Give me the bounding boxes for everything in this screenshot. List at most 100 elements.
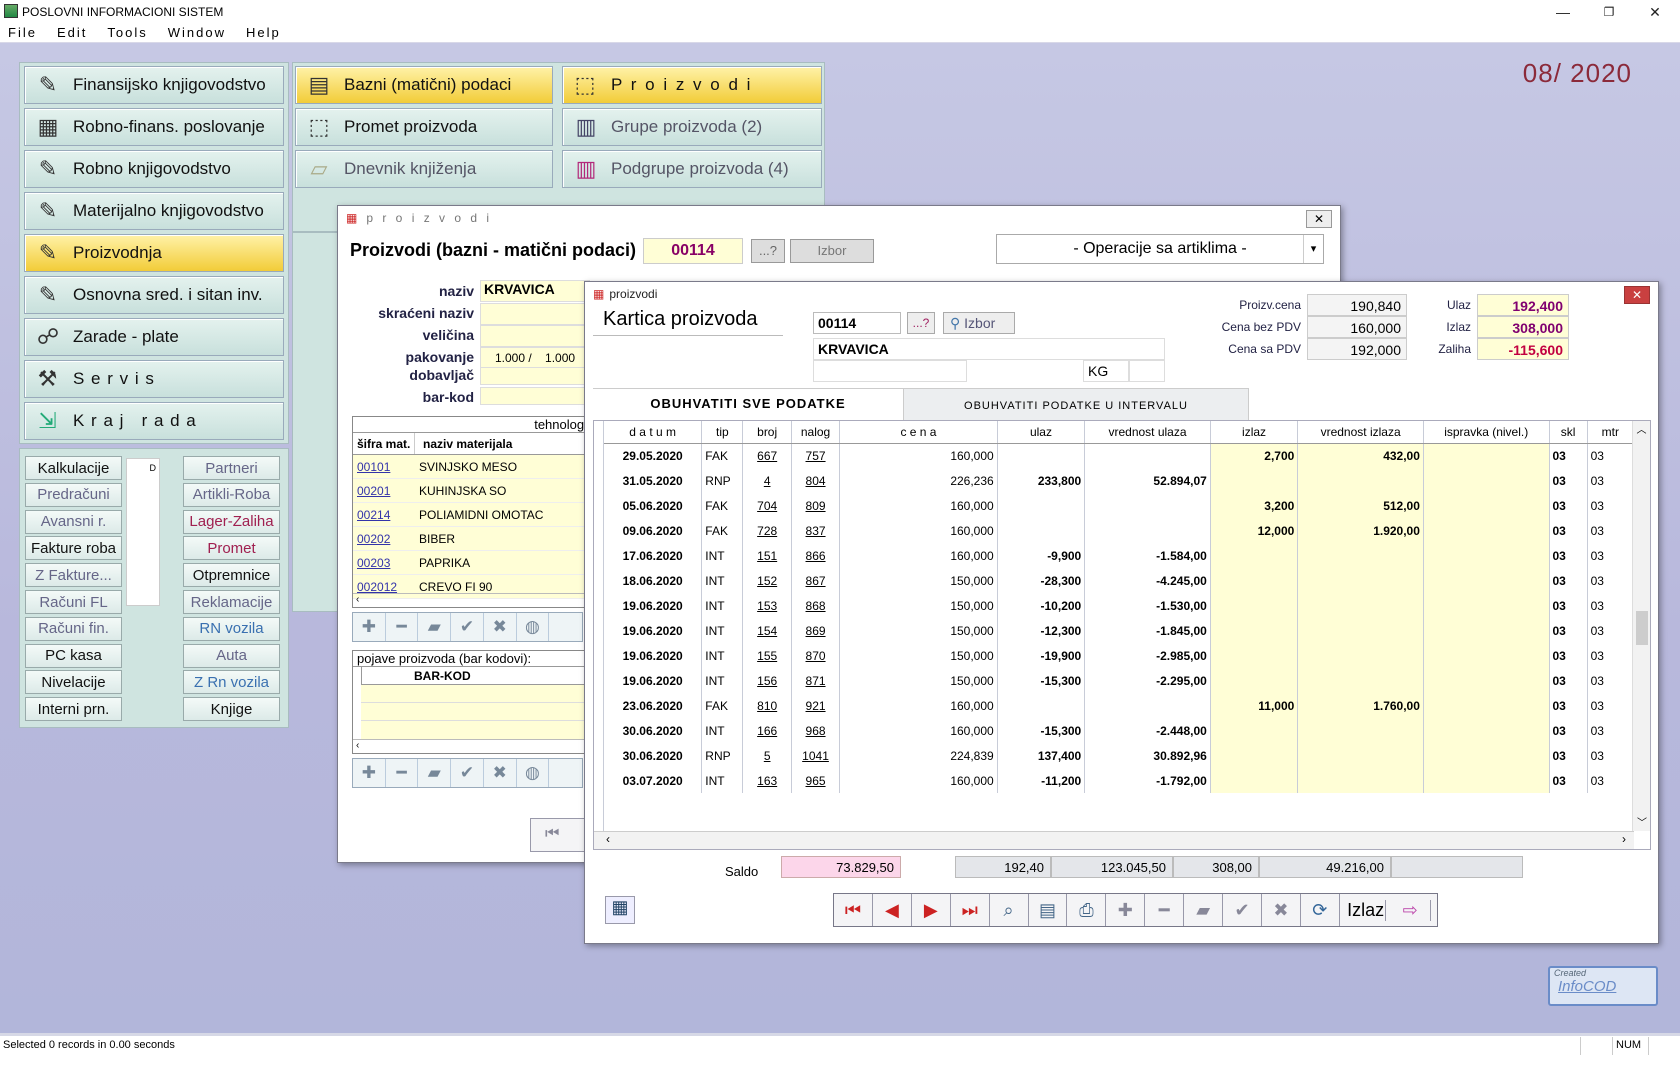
column-header[interactable]: skl [1549,421,1588,444]
shortcut-left-4[interactable]: Z Fakture... [25,563,122,588]
edit-icon[interactable]: ▰ [418,759,452,787]
shortcut-left-5[interactable]: Računi FL [25,590,122,614]
menu-servis[interactable]: ⚒ S e r v i s [24,360,284,398]
material-code[interactable]: 00101 [353,455,415,478]
table-row[interactable]: 00101 SVINJSKO MESO [353,455,591,479]
first-record-icon[interactable]: ⏮ [530,818,590,852]
table-row[interactable]: 30.06.2020 RNP 5 1041 224,839 137,400 30.892,9… [604,743,1635,768]
menu-proizvodnja[interactable]: ✎ Proizvodnja [24,234,284,272]
shortcut-right-1[interactable]: Artikli-Roba [183,482,280,507]
grid-cell[interactable]: 156 [742,668,792,693]
menu-bazni-podaci[interactable]: ▤ Bazni (matični) podaci [295,66,553,104]
table-row[interactable]: 00202 BIBER [353,527,591,551]
shortcut-left-1[interactable]: Predračuni [25,482,122,507]
edit-icon[interactable]: ▰ [1184,894,1224,926]
grid-cell[interactable]: 809 [791,493,841,518]
table-row[interactable] [361,703,591,721]
grid-cell[interactable]: 155 [742,643,792,668]
column-header[interactable]: c e n a [839,421,998,444]
dobavljac-field[interactable] [480,367,590,385]
menu-promet-proizvoda[interactable]: ⬚ Promet proizvoda [295,108,553,146]
table-row[interactable]: 18.06.2020 INT 152 867 150,000 -28,300 -4.245,… [604,568,1635,593]
grid-cell[interactable]: 5 [742,743,792,768]
column-header[interactable]: d a t u m [604,421,703,444]
table-row[interactable] [361,721,591,739]
shortcut-right-4[interactable]: Otpremnice [183,563,280,588]
table-row[interactable]: 30.06.2020 INT 166 968 160,000 -15,300 -2.448,… [604,718,1635,743]
exit-button[interactable]: Izlaz ⇨ [1340,894,1437,926]
refresh-icon[interactable]: ◍ [517,613,550,641]
grid-cell[interactable]: 151 [742,543,792,568]
win1-code-field[interactable]: 00114 [643,238,743,264]
grid-cell[interactable]: 968 [791,718,841,743]
win1-close-button[interactable]: ✕ [1306,210,1332,228]
material-code[interactable]: 00201 [353,479,415,502]
restore-icon[interactable]: ❐ [1586,0,1632,24]
grid-cell[interactable]: 866 [791,543,841,568]
menu-proizvodi[interactable]: ⬚ P r o i z v o d i [562,66,822,104]
menu-podgrupe-proizvoda[interactable]: ▥ Podgrupe proizvoda (4) [562,150,822,188]
last-record-icon[interactable]: ⏭ [951,894,990,926]
shortcut-left-3[interactable]: Fakture roba [25,536,122,561]
win2-code-field[interactable]: 00114 [813,312,901,334]
pakovanje-field[interactable]: 1.000 / 1.000 [480,347,590,369]
shortcut-right-2[interactable]: Lager-Zaliha [183,509,280,534]
column-header[interactable]: broj [742,421,792,444]
menu-edit[interactable]: Edit [57,24,87,42]
shortcut-left-0[interactable]: Kalkulacije [25,456,122,480]
table-row[interactable]: 00214 POLIAMIDNI OMOTAC [353,503,591,527]
grid-vscroll[interactable]: ︿ ﹀ [1632,421,1650,831]
table-row[interactable]: 05.06.2020 FAK 704 809 160,000 3,200 512,00 03 0… [604,493,1635,518]
table-row[interactable]: 19.06.2020 INT 155 870 150,000 -19,900 -2.985,… [604,643,1635,668]
confirm-icon[interactable]: ✔ [451,613,484,641]
win1-query-button[interactable]: ...? [751,239,785,263]
column-header[interactable]: ulaz [997,421,1086,444]
cancel-icon[interactable]: ✖ [484,613,517,641]
grid-vscroll-thumb[interactable] [1636,611,1648,645]
menu-robno-finans[interactable]: ▦ Robno-finans. poslovanje [24,108,284,146]
grid-cell[interactable]: 166 [742,718,792,743]
shortcut-left-6[interactable]: Računi fin. [25,616,122,641]
win2-izbor-button[interactable]: ⚲ Izbor [943,312,1015,334]
table-row[interactable] [361,685,591,703]
shortcut-right-0[interactable]: Partneri [183,456,280,480]
skraceni-naziv-field[interactable] [480,303,590,325]
table-row[interactable]: 19.06.2020 INT 153 868 150,000 -10,200 -1.530,… [604,593,1635,618]
shortcut-right-7[interactable]: Auta [183,643,280,668]
column-header[interactable]: nalog [791,421,841,444]
table-row[interactable]: 23.06.2020 FAK 810 921 160,000 11,000 1.760,00… [604,693,1635,718]
grid-cell[interactable]: 965 [791,768,841,793]
grid-cell[interactable]: 804 [791,468,841,493]
table-row[interactable]: 19.06.2020 INT 154 869 150,000 -12,300 -1.845,… [604,618,1635,643]
grid-hscroll[interactable]: ‹ › [594,831,1634,849]
grid-cell[interactable]: 870 [791,643,841,668]
shortcut-right-9[interactable]: Knjige [183,697,280,722]
column-header[interactable]: izlaz [1210,421,1299,444]
add-icon[interactable]: ✚ [353,759,386,787]
table-row[interactable]: 03.07.2020 INT 163 965 160,000 -11,200 -1.792,… [604,768,1635,793]
menu-dnevnik[interactable]: ▱ Dnevnik knjiženja [295,150,553,188]
preview-icon[interactable]: ⌕ [990,894,1029,926]
shortcut-right-3[interactable]: Promet [183,536,280,561]
grid-cell[interactable]: 704 [742,493,792,518]
add-icon[interactable]: ✚ [1106,894,1146,926]
table-row[interactable]: 09.06.2020 FAK 728 837 160,000 12,000 1.920,00… [604,518,1635,543]
edit-icon[interactable]: ▰ [418,613,452,641]
menu-window[interactable]: Window [168,24,226,42]
remove-icon[interactable]: ━ [386,613,419,641]
materials-hscroll[interactable]: ‹ [353,593,591,607]
grid-cell[interactable]: 4 [742,468,792,493]
material-code[interactable]: 00202 [353,527,415,550]
menu-osnovna[interactable]: ✎ Osnovna sred. i sitan inv. [24,276,284,314]
menu-zarade[interactable]: ☍ Zarade - plate [24,318,284,356]
grid-cell[interactable]: 153 [742,593,792,618]
next-record-icon[interactable]: ▶ [912,894,951,926]
menu-robno[interactable]: ✎ Robno knjigovodstvo [24,150,284,188]
table-row[interactable]: 17.06.2020 INT 151 866 160,000 -9,900 -1.584,0… [604,543,1635,568]
menu-file[interactable]: File [8,24,37,42]
grid-cell[interactable]: 837 [791,518,841,543]
grid-cell[interactable]: 163 [742,768,792,793]
velicina-field[interactable] [480,325,590,347]
win2-close-button[interactable]: ✕ [1624,286,1650,304]
grid-cell[interactable]: 728 [742,518,792,543]
